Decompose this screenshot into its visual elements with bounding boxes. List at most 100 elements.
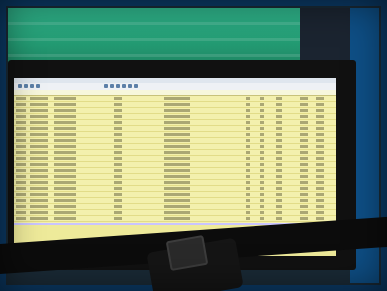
cell-text xyxy=(276,169,282,172)
cell-text xyxy=(164,103,190,106)
cell-text xyxy=(316,145,324,148)
cell-text xyxy=(54,151,76,154)
cell-text xyxy=(54,139,76,142)
cell-text xyxy=(164,145,190,148)
cell-text xyxy=(164,139,190,142)
cell-text xyxy=(300,187,308,190)
cell-text xyxy=(164,169,190,172)
cell-text xyxy=(300,127,308,130)
cell-text xyxy=(16,187,26,190)
cell-text xyxy=(30,163,48,166)
toolbar xyxy=(14,83,336,90)
cell-text xyxy=(54,133,76,136)
cell-text xyxy=(30,103,48,106)
cell-text xyxy=(276,175,282,178)
cell-text xyxy=(16,103,26,106)
cell-text xyxy=(164,187,190,190)
cell-text xyxy=(276,199,282,202)
toolbar-icon xyxy=(128,84,132,88)
cell-text xyxy=(114,151,122,154)
cell-text xyxy=(114,109,122,112)
cell-text xyxy=(30,97,48,100)
cell-text xyxy=(164,181,190,184)
cell-text xyxy=(114,175,122,178)
cell-text xyxy=(246,205,250,208)
cell-text xyxy=(54,109,76,112)
cell-text xyxy=(246,187,250,190)
cell-text xyxy=(54,157,76,160)
cell-text xyxy=(276,163,282,166)
cell-text xyxy=(316,163,324,166)
cell-text xyxy=(316,211,324,214)
cell-text xyxy=(316,199,324,202)
cell-text xyxy=(30,187,48,190)
cell-text xyxy=(316,139,324,142)
cell-text xyxy=(260,115,264,118)
cell-text xyxy=(16,169,26,172)
cell-text xyxy=(276,157,282,160)
cell-text xyxy=(114,127,122,130)
cell-text xyxy=(114,211,122,214)
cell-text xyxy=(30,151,48,154)
cell-text xyxy=(16,97,26,100)
cell-text xyxy=(316,169,324,172)
cell-text xyxy=(54,175,76,178)
cell-text xyxy=(276,193,282,196)
cell-text xyxy=(276,139,282,142)
cell-text xyxy=(246,145,250,148)
cell-text xyxy=(276,97,282,100)
cell-text xyxy=(30,133,48,136)
cell-text xyxy=(114,169,122,172)
cell-text xyxy=(300,139,308,142)
cell-text xyxy=(164,199,190,202)
cell-text xyxy=(276,205,282,208)
cell-text xyxy=(164,193,190,196)
cell-text xyxy=(300,133,308,136)
cell-text xyxy=(114,199,122,202)
cell-text xyxy=(114,181,122,184)
cell-text xyxy=(316,181,324,184)
toolbar-icon xyxy=(122,84,126,88)
cell-text xyxy=(300,151,308,154)
cell-text xyxy=(114,217,122,220)
cell-text xyxy=(164,205,190,208)
cell-text xyxy=(54,103,76,106)
cell-text xyxy=(54,181,76,184)
cell-text xyxy=(316,193,324,196)
cell-text xyxy=(276,133,282,136)
cell-text xyxy=(316,175,324,178)
cell-text xyxy=(300,211,308,214)
cell-text xyxy=(300,103,308,106)
cell-text xyxy=(300,121,308,124)
cell-text xyxy=(316,205,324,208)
cell-text xyxy=(246,157,250,160)
cell-text xyxy=(30,211,48,214)
toolbar-icon xyxy=(24,84,28,88)
cell-text xyxy=(260,187,264,190)
cell-text xyxy=(54,121,76,124)
cell-text xyxy=(276,217,282,220)
cell-text xyxy=(300,157,308,160)
cell-text xyxy=(260,145,264,148)
cell-text xyxy=(114,97,122,100)
cell-text xyxy=(300,163,308,166)
cell-text xyxy=(260,217,264,220)
cell-text xyxy=(276,211,282,214)
cell-text xyxy=(246,181,250,184)
cell-text xyxy=(246,163,250,166)
cell-text xyxy=(16,199,26,202)
toolbar-icon xyxy=(104,84,108,88)
cell-text xyxy=(16,121,26,124)
cell-text xyxy=(16,211,26,214)
cell-text xyxy=(260,205,264,208)
cell-text xyxy=(260,97,264,100)
cell-text xyxy=(316,133,324,136)
cell-text xyxy=(30,109,48,112)
cell-text xyxy=(300,145,308,148)
cell-text xyxy=(30,157,48,160)
cell-text xyxy=(114,103,122,106)
cell-text xyxy=(260,133,264,136)
cell-text xyxy=(316,157,324,160)
cell-text xyxy=(16,205,26,208)
cell-text xyxy=(16,151,26,154)
